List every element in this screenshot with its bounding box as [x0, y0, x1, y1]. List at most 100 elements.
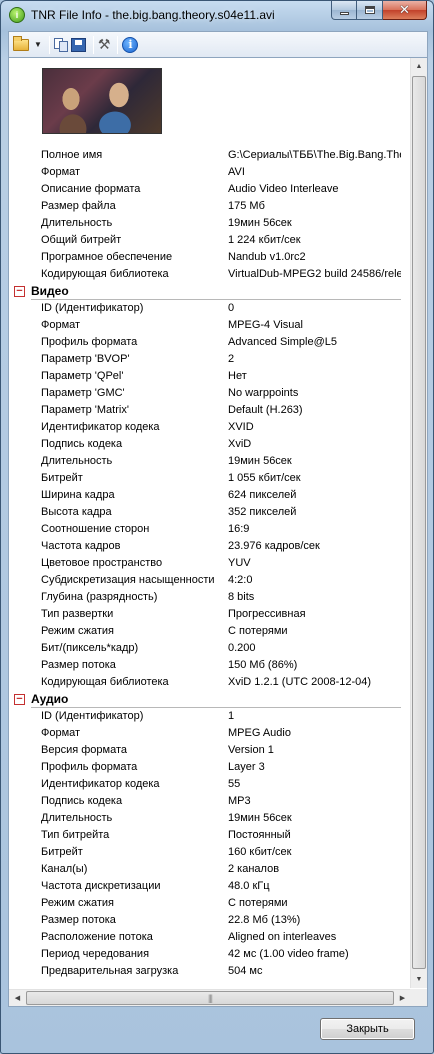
close-window-button[interactable]: ✕ [383, 1, 427, 20]
video-section-header[interactable]: − Видео [9, 283, 401, 300]
info-row[interactable]: Битрейт 160 кбит/сек [9, 844, 401, 861]
row-key: Режим сжатия [41, 897, 114, 909]
info-row[interactable]: Кодирующая библиотека XviD 1.2.1 (UTC 200… [9, 674, 401, 691]
info-row[interactable]: Канал(ы) 2 каналов [9, 861, 401, 878]
row-value: 55 [228, 778, 241, 790]
info-row[interactable]: Длительность 19мин 56сек [9, 215, 401, 232]
toolbar-separator [92, 35, 94, 54]
info-row[interactable]: Подпись кодека MP3 [9, 793, 401, 810]
open-button[interactable] [13, 35, 29, 55]
info-row[interactable]: Параметр 'Matrix' Default (H.263) [9, 402, 401, 419]
row-key: Частота кадров [41, 540, 121, 552]
scrollbar-corner [410, 989, 427, 1006]
maximize-button[interactable] [357, 1, 383, 20]
row-value: 160 кбит/сек [228, 846, 292, 858]
app-icon[interactable]: i [9, 7, 25, 23]
info-row[interactable]: Полное имя G:\Сериалы\ТББ\The.Big.Bang.Th… [9, 147, 401, 164]
open-dropdown-button[interactable]: ▼ [32, 35, 42, 55]
info-row[interactable]: Режим сжатия С потерями [9, 623, 401, 640]
row-key: Высота кадра [41, 506, 112, 518]
info-row[interactable]: Частота дискретизации 48.0 кГц [9, 878, 401, 895]
info-panel[interactable]: Полное имя G:\Сериалы\ТББ\The.Big.Bang.Th… [8, 57, 428, 1007]
row-key: Режим сжатия [41, 625, 114, 637]
row-key: Кодирующая библиотека [41, 676, 169, 688]
row-key: Тип развертки [41, 608, 114, 620]
info-row[interactable]: Профиль формата Advanced Simple@L5 [9, 334, 401, 351]
scroll-left-button[interactable]: ◀ [9, 990, 26, 1006]
info-row[interactable]: Общий битрейт 1 224 кбит/сек [9, 232, 401, 249]
info-row[interactable]: Предварительная загрузка 504 мс [9, 963, 401, 980]
copy-button[interactable] [53, 35, 68, 55]
info-row[interactable]: Параметр 'GMC' No warppoints [9, 385, 401, 402]
row-key: Цветовое пространство [41, 557, 163, 569]
info-row[interactable]: Субдискретизация насыщенности 4:2:0 [9, 572, 401, 589]
info-button[interactable]: i [122, 35, 139, 55]
save-button[interactable] [70, 35, 86, 55]
tools-button[interactable]: ⚒ [98, 35, 111, 55]
info-row[interactable]: Период чередования 42 мс (1.00 video fram… [9, 946, 401, 963]
row-value: 16:9 [228, 523, 250, 535]
info-row[interactable]: Битрейт 1 055 кбит/сек [9, 470, 401, 487]
row-key: Формат [41, 319, 81, 331]
info-row[interactable]: Цветовое пространство YUV [9, 555, 401, 572]
audio-section-header[interactable]: − Аудио [9, 691, 401, 708]
info-row[interactable]: Размер потока 22.8 Мб (13%) [9, 912, 401, 929]
info-row[interactable]: Длительность 19мин 56сек [9, 810, 401, 827]
row-value: 1 [228, 710, 235, 722]
collapse-video-icon[interactable]: − [14, 286, 25, 297]
info-row[interactable]: Подпись кодека XviD [9, 436, 401, 453]
info-row[interactable]: Описание формата Audio Video Interleave [9, 181, 401, 198]
info-row[interactable]: Тип битрейта Постоянный [9, 827, 401, 844]
general-section: Полное имя G:\Сериалы\ТББ\The.Big.Bang.Th… [9, 147, 401, 283]
info-row[interactable]: Размер потока 150 Мб (86%) [9, 657, 401, 674]
close-button[interactable]: Закрыть [320, 1018, 415, 1040]
info-row[interactable]: Длительность 19мин 56сек [9, 453, 401, 470]
row-key: Длительность [41, 217, 113, 229]
row-value: YUV [228, 557, 251, 569]
scroll-right-button[interactable]: ▶ [394, 990, 411, 1006]
info-row[interactable]: Размер файла 175 Мб [9, 198, 401, 215]
info-row[interactable]: Профиль формата Layer 3 [9, 759, 401, 776]
info-row[interactable]: ID (Идентификатор) 0 [9, 300, 401, 317]
info-row[interactable]: Формат MPEG-4 Visual [9, 317, 401, 334]
info-row[interactable]: Глубина (разрядность) 8 bits [9, 589, 401, 606]
row-value: Нет [228, 370, 247, 382]
info-row[interactable]: Формат MPEG Audio [9, 725, 401, 742]
info-row[interactable]: ID (Идентификатор) 1 [9, 708, 401, 725]
row-key: Формат [41, 166, 81, 178]
info-row[interactable]: Параметр 'BVOP' 2 [9, 351, 401, 368]
info-row[interactable]: Ширина кадра 624 пикселей [9, 487, 401, 504]
info-icon: i [122, 36, 139, 53]
row-value: Audio Video Interleave [228, 183, 339, 195]
info-row[interactable]: Режим сжатия С потерями [9, 895, 401, 912]
info-row[interactable]: Соотношение сторон 16:9 [9, 521, 401, 538]
info-row[interactable]: Идентификатор кодека XVID [9, 419, 401, 436]
vertical-scrollbar[interactable]: ▲ ▼ [410, 58, 427, 988]
row-value: 23.976 кадров/сек [228, 540, 320, 552]
info-row[interactable]: Програмное обеспечение Nandub v1.0rc2 [9, 249, 401, 266]
scroll-down-button[interactable]: ▼ [411, 971, 427, 988]
info-row[interactable]: Тип развертки Прогрессивная [9, 606, 401, 623]
copy-icon [53, 37, 68, 52]
row-value: Постоянный [228, 829, 291, 841]
info-row[interactable]: Версия формата Version 1 [9, 742, 401, 759]
info-row[interactable]: Высота кадра 352 пикселей [9, 504, 401, 521]
horizontal-scroll-thumb[interactable]: ||| [26, 991, 394, 1005]
title-bar[interactable]: i TNR File Info - the.big.bang.theory.s0… [1, 1, 433, 29]
info-row[interactable]: Расположение потока Aligned on interleave… [9, 929, 401, 946]
collapse-audio-icon[interactable]: − [14, 694, 25, 705]
scroll-up-button[interactable]: ▲ [411, 58, 427, 75]
row-key: Параметр 'QPel' [41, 370, 124, 382]
vertical-scroll-thumb[interactable] [412, 76, 426, 969]
horizontal-scrollbar[interactable]: ◀ ||| ▶ [9, 989, 411, 1006]
info-row[interactable]: Идентификатор кодека 55 [9, 776, 401, 793]
info-row[interactable]: Бит/(пиксель*кадр) 0.200 [9, 640, 401, 657]
info-row[interactable]: Формат AVI [9, 164, 401, 181]
grip-icon: ||| [207, 993, 213, 1003]
row-key: Параметр 'Matrix' [41, 404, 129, 416]
info-row[interactable]: Параметр 'QPel' Нет [9, 368, 401, 385]
info-row[interactable]: Частота кадров 23.976 кадров/сек [9, 538, 401, 555]
info-row[interactable]: Кодирующая библиотека VirtualDub-MPEG2 bu… [9, 266, 401, 283]
minimize-button[interactable] [331, 1, 357, 20]
row-key: Бит/(пиксель*кадр) [41, 642, 139, 654]
